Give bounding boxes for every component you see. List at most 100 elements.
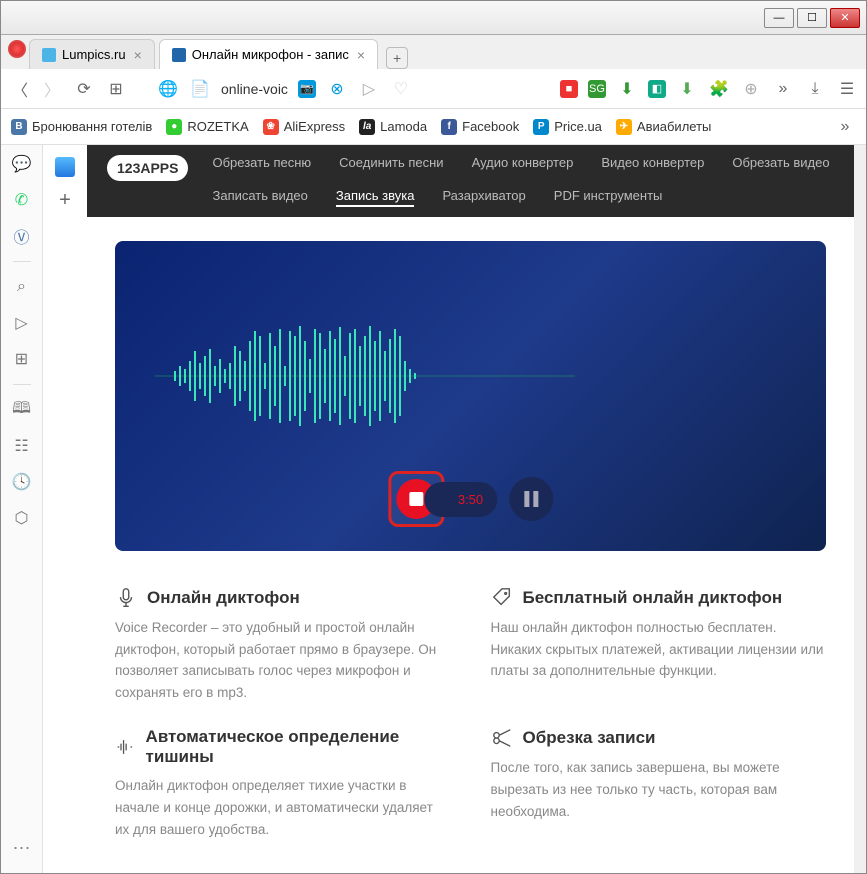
- camera-icon[interactable]: 📷: [298, 80, 316, 98]
- add-panel-icon[interactable]: +: [54, 189, 76, 211]
- bookmark-item[interactable]: f Facebook: [441, 119, 519, 135]
- news-icon[interactable]: ☷: [11, 435, 33, 457]
- feature-title: Автоматическое определение тишины: [146, 727, 451, 767]
- bookmark-label: Бронювання готелів: [32, 119, 152, 134]
- browser-tab[interactable]: Lumpics.ru ×: [29, 39, 155, 69]
- bookmark-label: AliExpress: [284, 119, 345, 134]
- heart-icon[interactable]: ♡: [390, 78, 412, 100]
- nav-link-active[interactable]: Запись звука: [336, 188, 415, 207]
- opera-sidebar: 💬 ✆ Ⓥ ⌕ ▷ ⊞ 🕮 ☷ 🕓 ⬡ ⋯: [1, 145, 43, 873]
- feature-body: Наш онлайн диктофон полностью бесплатен.…: [491, 617, 827, 682]
- bookmark-icon: f: [441, 119, 457, 135]
- bookmark-label: Price.ua: [554, 119, 602, 134]
- waveform-icon: [155, 321, 575, 431]
- bookmark-item[interactable]: la Lamoda: [359, 119, 427, 135]
- flow-icon[interactable]: ▷: [11, 312, 33, 334]
- tab-title: Lumpics.ru: [62, 47, 126, 62]
- bookmark-label: Facebook: [462, 119, 519, 134]
- tab-close-icon[interactable]: ×: [134, 47, 142, 63]
- history-icon[interactable]: 🕓: [11, 471, 33, 493]
- ext-icon[interactable]: SG: [588, 80, 606, 98]
- favicon-icon: [172, 48, 186, 62]
- bookmarks-icon[interactable]: 🕮: [11, 399, 33, 421]
- messenger-icon[interactable]: 💬: [11, 153, 33, 175]
- more-icon[interactable]: »: [772, 78, 794, 100]
- feature-title: Обрезка записи: [523, 728, 656, 748]
- timer-label: 3:50: [424, 482, 497, 517]
- opera-menu-icon[interactable]: [8, 40, 26, 58]
- bookmark-label: Lamoda: [380, 119, 427, 134]
- reload-button[interactable]: ⟳: [73, 78, 95, 100]
- microphone-icon: [115, 587, 137, 609]
- close-button[interactable]: ✕: [830, 8, 860, 28]
- workspaces-icon[interactable]: ⊞: [11, 348, 33, 370]
- easy-setup-icon[interactable]: ☰: [836, 78, 858, 100]
- pause-icon: [533, 491, 538, 507]
- puzzle-icon[interactable]: ⊕: [740, 78, 762, 100]
- bookmark-item[interactable]: B Бронювання готелів: [11, 119, 152, 135]
- nav-link[interactable]: Аудио конвертер: [472, 155, 574, 170]
- nav-link[interactable]: Видео конвертер: [601, 155, 704, 170]
- recorder-controls: 3:50: [388, 471, 553, 527]
- feature-card: Онлайн диктофон Voice Recorder – это удо…: [115, 587, 451, 703]
- page-sidebar: +: [43, 145, 87, 873]
- bookmark-icon: la: [359, 119, 375, 135]
- scissors-icon: [491, 727, 513, 749]
- feature-body: Voice Recorder – это удобный и простой о…: [115, 617, 451, 703]
- globe-icon[interactable]: 🌐: [157, 78, 179, 100]
- ext-icon[interactable]: ◧: [648, 80, 666, 98]
- forward-button[interactable]: 〉: [41, 78, 63, 100]
- ext-icon[interactable]: ■: [560, 80, 578, 98]
- minimize-button[interactable]: —: [764, 8, 794, 28]
- whatsapp-icon[interactable]: ✆: [11, 189, 33, 211]
- scrollbar[interactable]: [854, 145, 866, 873]
- wave-icon: [115, 736, 136, 758]
- bookmark-icon: P: [533, 119, 549, 135]
- sidebar-settings-icon[interactable]: ⋯: [13, 838, 31, 859]
- downloads-icon[interactable]: ⤓: [804, 78, 826, 100]
- nav-link[interactable]: Обрезать видео: [732, 155, 829, 170]
- pause-button[interactable]: [509, 477, 553, 521]
- back-button[interactable]: 〈: [9, 78, 31, 100]
- bookmark-item[interactable]: ✈ Авиабилеты: [616, 119, 711, 135]
- bookmark-item[interactable]: ●ROZETKA: [166, 119, 248, 135]
- separator: [13, 384, 31, 385]
- nav-link[interactable]: Соединить песни: [339, 155, 443, 170]
- feature-card: Автоматическое определение тишины Онлайн…: [115, 727, 451, 840]
- tab-title: Онлайн микрофон - запис: [192, 47, 349, 62]
- nav-link[interactable]: Записать видео: [212, 188, 307, 207]
- site-info-icon[interactable]: 📄: [189, 78, 211, 100]
- bookmark-icon: B: [11, 119, 27, 135]
- new-tab-button[interactable]: +: [386, 47, 408, 69]
- ext-icon[interactable]: 🧩: [708, 78, 730, 100]
- tab-close-icon[interactable]: ×: [357, 47, 365, 63]
- download-icon[interactable]: ⬇: [616, 78, 638, 100]
- vk-icon[interactable]: Ⓥ: [11, 225, 33, 247]
- bookmark-label: ROZETKA: [187, 119, 248, 134]
- search-icon[interactable]: ⌕: [11, 276, 33, 298]
- tag-icon: [491, 587, 513, 609]
- extensions-icon[interactable]: ⬡: [11, 507, 33, 529]
- feature-body: После того, как запись завершена, вы мож…: [491, 757, 827, 822]
- bookmark-item[interactable]: P Price.ua: [533, 119, 602, 135]
- address-text[interactable]: online-voic: [221, 81, 288, 97]
- nav-link[interactable]: PDF инструменты: [554, 188, 663, 207]
- stop-icon: [409, 492, 423, 506]
- brand-logo[interactable]: 123APPS: [107, 155, 188, 181]
- bookmark-label: Авиабилеты: [637, 119, 711, 134]
- send-icon[interactable]: ▷: [358, 78, 380, 100]
- bookmarks-more-icon[interactable]: »: [834, 116, 856, 138]
- bookmark-icon: ✈: [616, 119, 632, 135]
- tab-bar: Lumpics.ru × Онлайн микрофон - запис × +: [1, 35, 866, 69]
- translate-icon[interactable]: [55, 157, 75, 177]
- nav-link[interactable]: Обрезать песню: [212, 155, 311, 170]
- site-nav: 123APPS Обрезать песню Соединить песни А…: [87, 145, 854, 217]
- maximize-button[interactable]: ☐: [797, 8, 827, 28]
- nav-link[interactable]: Разархиватор: [442, 188, 525, 207]
- speed-dial-button[interactable]: ⊞: [105, 78, 127, 100]
- ext-icon[interactable]: ⬇: [676, 78, 698, 100]
- block-icon[interactable]: ⊗: [326, 78, 348, 100]
- bookmark-icon: ❀: [263, 119, 279, 135]
- browser-tab[interactable]: Онлайн микрофон - запис ×: [159, 39, 378, 69]
- bookmark-item[interactable]: ❀ AliExpress: [263, 119, 345, 135]
